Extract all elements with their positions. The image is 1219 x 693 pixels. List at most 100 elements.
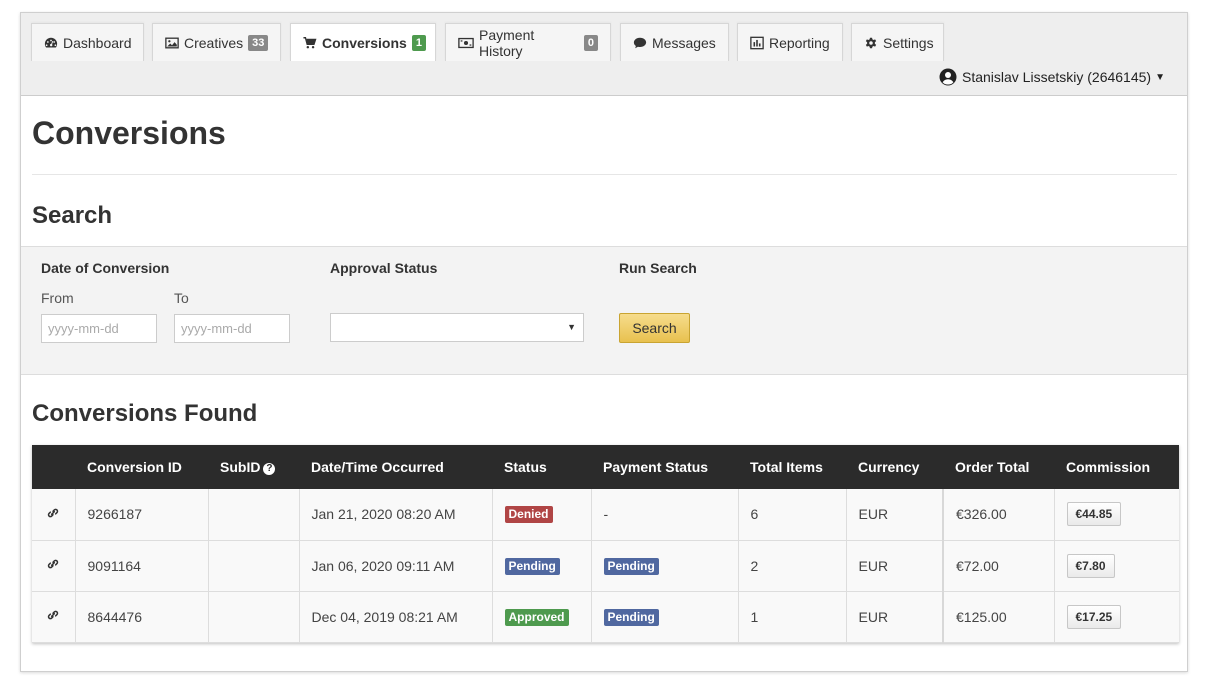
- order-total-cell: €125.00: [942, 591, 1055, 643]
- payment-history-count-badge: 0: [583, 34, 598, 51]
- from-label: From: [41, 290, 74, 306]
- conversion-id-cell: 9266187: [75, 489, 209, 541]
- row-link-cell[interactable]: [32, 540, 76, 592]
- header-commission[interactable]: Commission: [1054, 445, 1179, 489]
- header-conversion-id[interactable]: Conversion ID: [75, 445, 208, 489]
- conversions-table: Conversion ID SubID? Date/Time Occurred …: [32, 445, 1179, 643]
- top-nav-bar: Dashboard Creatives 33 Conversions 1 Pay…: [21, 13, 1187, 96]
- tab-messages[interactable]: Messages: [620, 23, 729, 61]
- tab-payment-history[interactable]: Payment History 0: [445, 23, 611, 61]
- tab-dashboard[interactable]: Dashboard: [31, 23, 144, 61]
- image-icon: [165, 36, 179, 50]
- tab-conversions[interactable]: Conversions 1: [290, 23, 436, 61]
- commission-button[interactable]: €17.25: [1066, 604, 1122, 629]
- tab-label: Creatives: [184, 34, 244, 51]
- tab-label: Dashboard: [63, 34, 132, 51]
- conversion-id-cell: 9091164: [75, 540, 209, 592]
- tab-creatives[interactable]: Creatives 33: [152, 23, 281, 61]
- order-total-cell: €326.00: [942, 489, 1055, 541]
- commission-button[interactable]: €44.85: [1066, 502, 1122, 527]
- header-subid-label: SubID: [220, 459, 261, 475]
- currency-cell: EUR: [846, 591, 944, 643]
- date-to-input[interactable]: [174, 314, 290, 343]
- header-link: [32, 445, 75, 489]
- date-of-conversion-label: Date of Conversion: [41, 260, 170, 276]
- creatives-count-badge: 33: [248, 34, 269, 51]
- order-total-cell: €72.00: [942, 540, 1055, 592]
- date-cell: Jan 21, 2020 08:20 AM: [299, 489, 493, 541]
- header-date-time[interactable]: Date/Time Occurred: [299, 445, 492, 489]
- link-icon[interactable]: [46, 608, 60, 622]
- user-menu[interactable]: Stanislav Lissetskiy (2646145) ▼: [939, 68, 1165, 86]
- payment-status-cell: Pending: [591, 540, 739, 592]
- commission-cell: €17.25: [1054, 591, 1179, 643]
- header-subid[interactable]: SubID?: [208, 445, 299, 489]
- link-icon[interactable]: [46, 506, 60, 520]
- tab-label: Settings: [883, 34, 934, 51]
- approval-status-select[interactable]: ▼: [330, 313, 584, 342]
- link-icon[interactable]: [46, 557, 60, 571]
- tab-reporting[interactable]: Reporting: [737, 23, 843, 61]
- date-cell: Jan 06, 2020 09:11 AM: [299, 540, 493, 592]
- tab-label: Messages: [652, 34, 716, 51]
- dashboard-icon: [44, 36, 58, 50]
- search-panel: [21, 246, 1187, 375]
- date-cell: Dec 04, 2019 08:21 AM: [299, 591, 493, 643]
- commission-cell: €7.80: [1054, 540, 1179, 592]
- gear-icon: [864, 36, 878, 50]
- user-avatar-icon: [939, 68, 957, 86]
- tab-label: Conversions: [322, 34, 407, 51]
- subid-cell: [208, 489, 300, 541]
- subid-cell: [208, 540, 300, 592]
- search-heading: Search: [32, 202, 113, 229]
- caret-down-icon: ▼: [1155, 71, 1165, 83]
- date-from-input[interactable]: [41, 314, 157, 343]
- status-badge-approved: Approved: [504, 608, 569, 626]
- row-link-cell[interactable]: [32, 591, 76, 643]
- row-link-cell[interactable]: [32, 489, 76, 541]
- header-total-items[interactable]: Total Items: [738, 445, 846, 489]
- total-items-cell: 6: [738, 489, 847, 541]
- run-search-label: Run Search: [619, 260, 697, 276]
- status-badge-denied: Denied: [504, 506, 553, 524]
- status-cell: Pending: [492, 540, 592, 592]
- header-currency[interactable]: Currency: [846, 445, 943, 489]
- tab-settings[interactable]: Settings: [851, 23, 944, 61]
- help-icon[interactable]: ?: [263, 463, 276, 475]
- app-frame: Dashboard Creatives 33 Conversions 1 Pay…: [20, 12, 1188, 672]
- header-payment-status[interactable]: Payment Status: [591, 445, 738, 489]
- bar-chart-icon: [750, 36, 764, 50]
- status-cell: Denied: [492, 489, 592, 541]
- total-items-cell: 1: [738, 591, 847, 643]
- header-status[interactable]: Status: [492, 445, 591, 489]
- payment-status-cell: Pending: [591, 591, 739, 643]
- table-row: 8644476 Dec 04, 2019 08:21 AM Approved P…: [32, 591, 1179, 643]
- cart-icon: [303, 36, 317, 50]
- conversion-id-cell: 8644476: [75, 591, 209, 643]
- table-header-row: Conversion ID SubID? Date/Time Occurred …: [32, 445, 1179, 489]
- conversions-count-badge: 1: [411, 34, 426, 51]
- comment-icon: [633, 36, 647, 50]
- conversions-found-heading: Conversions Found: [32, 400, 258, 427]
- divider: [32, 174, 1177, 175]
- table-row: 9091164 Jan 06, 2020 09:11 AM Pending Pe…: [32, 540, 1179, 592]
- payment-badge-pending: Pending: [603, 608, 659, 626]
- table-row: 9266187 Jan 21, 2020 08:20 AM Denied - 6…: [32, 489, 1179, 541]
- approval-status-label: Approval Status: [330, 260, 438, 276]
- user-name: Stanislav Lissetskiy (2646145): [961, 69, 1152, 85]
- header-order-total[interactable]: Order Total: [943, 445, 1054, 489]
- tab-label: Reporting: [769, 34, 830, 51]
- currency-cell: EUR: [846, 489, 944, 541]
- commission-button[interactable]: €7.80: [1066, 553, 1115, 578]
- status-badge-pending: Pending: [504, 557, 560, 575]
- currency-cell: EUR: [846, 540, 944, 592]
- total-items-cell: 2: [738, 540, 847, 592]
- search-button[interactable]: Search: [619, 313, 690, 343]
- payment-badge-pending: Pending: [603, 557, 659, 575]
- commission-cell: €44.85: [1054, 489, 1179, 541]
- to-label: To: [174, 290, 189, 306]
- tab-label: Payment History: [479, 26, 535, 59]
- conversions-table-container: Conversion ID SubID? Date/Time Occurred …: [32, 445, 1179, 643]
- payment-status-cell: -: [591, 489, 739, 541]
- page-title: Conversions: [32, 115, 226, 151]
